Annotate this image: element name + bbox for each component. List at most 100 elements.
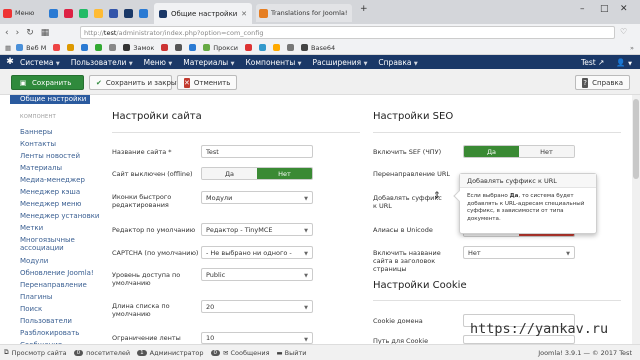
sidebar-item[interactable]: Модули [20, 257, 48, 265]
help-button[interactable]: ? Справка [575, 75, 630, 90]
menu-content[interactable]: Материалы ▼ [183, 58, 234, 67]
tab-pinned-1[interactable] [46, 4, 60, 22]
maximize-icon[interactable]: □ [600, 4, 609, 14]
sidebar-item[interactable]: Менеджер установки [20, 212, 99, 220]
preview-site-link[interactable]: ⧉ Просмотр сайта [4, 348, 67, 357]
menu-components[interactable]: Компоненты ▼ [245, 58, 301, 67]
sidebar-item[interactable]: Менеджер кэша [20, 188, 80, 196]
save-close-button[interactable]: ✔ Сохранить и закрыть [89, 75, 185, 90]
menu-help[interactable]: Справка ▼ [378, 58, 417, 67]
tab-pinned-6[interactable] [121, 4, 135, 22]
sidebar-item[interactable]: Обновление Joomla! [20, 269, 94, 277]
bookmark-7[interactable] [175, 44, 183, 51]
opera-icon [3, 8, 12, 18]
page-scrollbar[interactable] [632, 95, 640, 344]
grid-icon[interactable]: ▦ [41, 28, 50, 38]
list-length-select[interactable]: 20 ▼ [201, 300, 313, 313]
bookmark-1[interactable] [53, 44, 61, 51]
more-bookmarks-icon[interactable]: » [630, 44, 634, 52]
tab-opera-menu[interactable]: Меню [0, 4, 44, 22]
offline-no[interactable]: Нет [257, 168, 312, 179]
bookmark-6[interactable] [161, 44, 169, 51]
sef-no[interactable]: Нет [519, 146, 574, 157]
menu-menus[interactable]: Меню ▼ [144, 58, 173, 67]
menu-extensions[interactable]: Расширения ▼ [313, 58, 368, 67]
bookmark-12[interactable] [287, 44, 294, 51]
user-menu[interactable]: 👤 ▼ [616, 58, 632, 67]
bookmark-base64[interactable]: Base64 [301, 44, 335, 52]
captcha-select[interactable]: - Не выбрано ни одного - ▼ [201, 246, 313, 259]
cookie-settings-title: Настройки Cookie [373, 280, 467, 291]
menu-users[interactable]: Пользователи ▼ [71, 58, 133, 67]
sidebar-item[interactable]: Многоязычные ассоциации [20, 236, 82, 252]
minus-icon: ▬ [276, 348, 283, 357]
mail-icon [64, 8, 73, 18]
minimize-icon[interactable]: – [580, 4, 585, 14]
apps-icon[interactable]: ▦ [5, 44, 11, 52]
reload-icon[interactable]: ↻ [26, 28, 34, 38]
back-icon[interactable]: ‹ [5, 28, 9, 38]
bookmark-10[interactable] [259, 44, 266, 51]
bookmark-webm[interactable]: Веб М [16, 44, 46, 52]
bookmark-icon [245, 44, 252, 51]
bookmark-5[interactable] [109, 44, 117, 51]
sidebar-item[interactable]: Материалы [20, 164, 62, 172]
tab-pinned-5[interactable] [106, 4, 120, 22]
bookmark-2[interactable] [67, 44, 75, 51]
bookmark-9[interactable] [245, 44, 252, 51]
url-field[interactable]: http://test/administrator/index.php?opti… [80, 26, 615, 39]
site-favicon-icon [109, 8, 118, 18]
site-name-input[interactable]: Test [201, 145, 313, 158]
cancel-button[interactable]: ✕ Отменить [177, 75, 237, 90]
sidebar-item[interactable]: Метки [20, 224, 43, 232]
feed-limit-select[interactable]: 10 ▼ [201, 332, 313, 344]
tab-pinned-4[interactable] [91, 4, 105, 22]
tab-active[interactable]: Общие настройки ‹ Test ✕ [154, 3, 252, 24]
bookmark-8[interactable] [189, 44, 197, 51]
bookmark-proxy[interactable]: Прокси [203, 44, 238, 52]
new-tab-icon[interactable]: + [360, 4, 368, 14]
sidebar-item[interactable]: Баннеры [20, 128, 53, 136]
tab-pinned-2[interactable] [61, 4, 75, 22]
sef-yes[interactable]: Да [464, 146, 519, 157]
bookmark-3[interactable] [81, 44, 89, 51]
save-button[interactable]: ▣ Сохранить [11, 75, 84, 90]
messages-count[interactable]: 0 ✉ Сообщения [210, 349, 270, 357]
offline-toggle[interactable]: Да Нет [201, 167, 313, 180]
bookmark-star-icon[interactable]: ♡ [620, 27, 627, 36]
sef-toggle[interactable]: Да Нет [463, 145, 575, 158]
chevron-down-icon: ▼ [304, 305, 308, 311]
tab-translations[interactable]: Translations for Joomla! [256, 4, 352, 22]
bookmark-11[interactable] [273, 44, 280, 51]
sidebar-item-global-config[interactable]: Общие настройки [10, 95, 90, 104]
sitename-title-select[interactable]: Нет ▼ [463, 246, 575, 259]
sidebar-item[interactable]: Контакты [20, 140, 56, 148]
scrollbar-thumb[interactable] [633, 99, 639, 179]
menu-system[interactable]: Система ▼ [20, 58, 60, 67]
sidebar-item[interactable]: Менеджер меню [20, 200, 81, 208]
bookmark-zamok[interactable]: Замок [123, 44, 154, 52]
access-select[interactable]: Public ▼ [201, 268, 313, 281]
tab-pinned-7[interactable] [136, 4, 150, 22]
sidebar-item[interactable]: Плагины [20, 293, 52, 301]
edit-icons-select[interactable]: Модули ▼ [201, 191, 313, 204]
suffix-tooltip: Добавлять суффикс к URL Если выбрано Да,… [453, 173, 597, 234]
editor-select[interactable]: Редактор - TinyMCE ▼ [201, 223, 313, 236]
sidebar-item[interactable]: Ленты новостей [20, 152, 80, 160]
sidebar-item[interactable]: Пользователи [20, 317, 72, 325]
sidebar-item[interactable]: Поиск [20, 305, 42, 313]
sidebar-item[interactable]: Перенаправление [20, 281, 87, 289]
offline-yes[interactable]: Да [202, 168, 257, 179]
close-tab-icon[interactable]: ✕ [241, 10, 247, 18]
site-link[interactable]: Test ↗ [581, 58, 604, 67]
sidebar-item[interactable]: Разблокировать [20, 329, 79, 337]
site-favicon-icon [79, 8, 88, 18]
sidebar-item[interactable]: Медиа-менеджер [20, 176, 85, 184]
seo-settings-title: Настройки SEO [373, 111, 454, 122]
joomla-logo-icon[interactable]: ✱ [4, 56, 16, 68]
forward-icon[interactable]: › [16, 28, 20, 38]
close-window-icon[interactable]: ✕ [620, 4, 628, 14]
tab-pinned-3[interactable] [76, 4, 90, 22]
logout-link[interactable]: ▬ Выйти [277, 349, 307, 357]
bookmark-4[interactable] [95, 44, 103, 51]
